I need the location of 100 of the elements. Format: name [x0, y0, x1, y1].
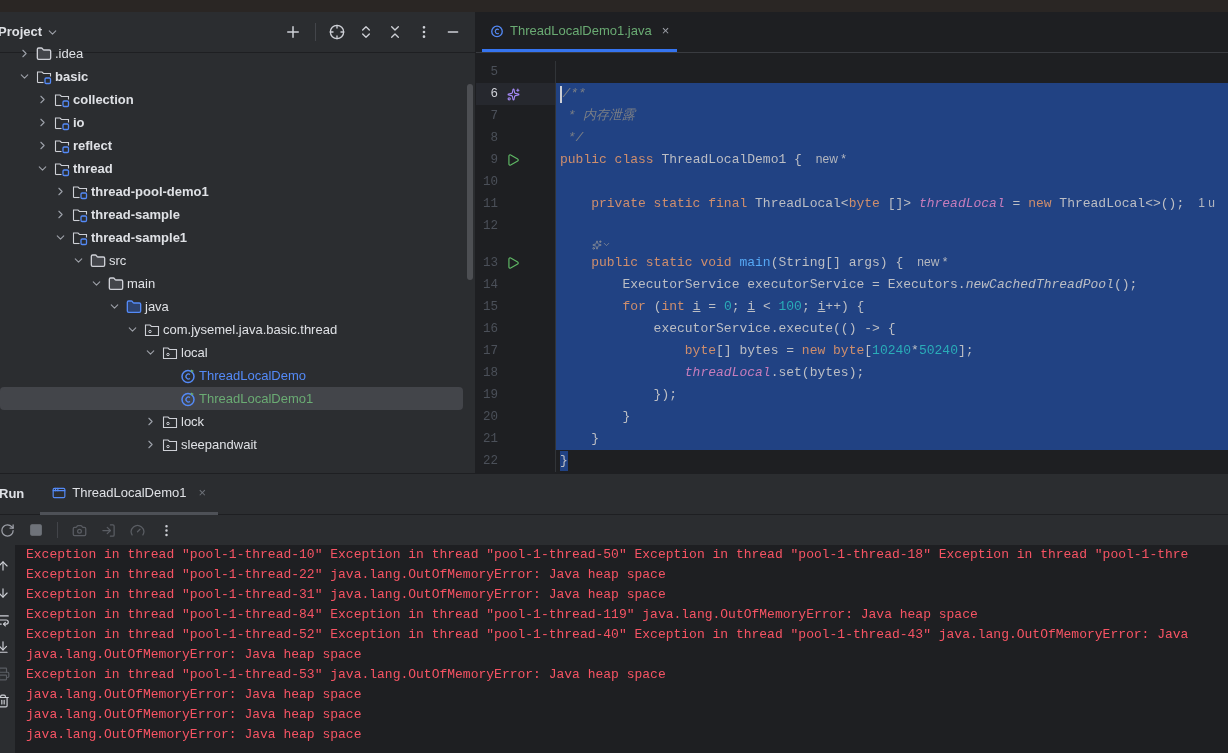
console-line: Exception in thread "pool-1-thread-52" Exception in thread "pool-1-thread-40" Exception in thread "pool-1-thread-43" java.lang.OutOfMemoryError: Java — [26, 626, 1190, 644]
tree-item[interactable]: sleepandwait — [0, 433, 463, 456]
module-folder-icon — [72, 206, 88, 223]
tree-item-label: src — [109, 251, 127, 270]
module-folder-icon — [54, 137, 70, 154]
code-line: executorService.execute(() -> { — [652, 320, 896, 339]
class-icon — [180, 390, 196, 407]
trash-icon[interactable] — [0, 694, 10, 708]
arrow-down-icon[interactable] — [0, 586, 10, 600]
tab-label: ThreadLocalDemo1 — [72, 483, 187, 502]
add-icon[interactable] — [284, 23, 302, 41]
code-line: }); — [652, 386, 678, 405]
sparkle-badge-icon[interactable] — [506, 87, 520, 101]
code-line: public static void main(String[] args) { new * — [590, 254, 948, 273]
console-line: Exception in thread "pool-1-thread-84" Exception in thread "pool-1-thread-119" java.lang.OutOfMemoryError: Java heap space — [26, 606, 979, 624]
tree-item-label: thread-pool-demo1 — [91, 182, 209, 201]
tree-item-label: ThreadLocalDemo — [199, 366, 306, 385]
close-button[interactable]: × — [661, 20, 670, 41]
console-line: java.lang.OutOfMemoryError: Java heap space — [26, 726, 363, 744]
run-icon[interactable] — [506, 256, 520, 270]
tree-item[interactable]: java — [0, 295, 463, 318]
text-caret — [560, 85, 562, 103]
soft-wrap-icon[interactable] — [0, 613, 10, 627]
package-folder-icon — [162, 344, 178, 361]
tree-item-label: java — [145, 297, 169, 316]
line-number: 6 — [489, 85, 498, 103]
code-line: */ — [566, 129, 584, 148]
tree-item-label: reflect — [73, 136, 113, 155]
tree-item[interactable]: main — [0, 272, 463, 295]
module-folder-icon — [54, 114, 70, 131]
tree-item-label: sleepandwait — [181, 435, 257, 454]
tree-item[interactable]: thread-pool-demo1 — [0, 180, 463, 203]
code-line: private static final ThreadLocal<byte []> threadLocal = new ThreadLocal<>(); 1 u — [590, 195, 1215, 214]
tree-item[interactable]: src — [0, 249, 463, 272]
tree-item-label: collection — [73, 90, 134, 109]
module-folder-icon — [36, 68, 52, 85]
tree-item-label: local — [181, 343, 208, 362]
tree-item-label: com.jysemel.java.basic.thread — [163, 320, 338, 339]
tree-item-label: ThreadLocalDemo1 — [199, 389, 314, 408]
package-folder-icon — [162, 436, 178, 453]
editor-tab[interactable]: ThreadLocalDemo1.java × — [482, 12, 678, 52]
module-folder-icon — [54, 160, 70, 177]
folder-icon — [90, 252, 106, 269]
console-line: java.lang.OutOfMemoryError: Java heap space — [26, 646, 363, 664]
folder-icon — [108, 275, 124, 292]
tree-item-label: thread-sample1 — [91, 228, 188, 247]
scroll-to-end-icon[interactable] — [0, 640, 10, 654]
tree-item[interactable]: ThreadLocalDemo1 — [0, 387, 463, 410]
console-line: Exception in thread "pool-1-thread-10" Exception in thread "pool-1-thread-50" Exception in thread "pool-1-thread-18" Exception in thread "pool-1-thre — [26, 546, 1190, 564]
tree-item-label: io — [73, 113, 85, 132]
class-icon — [490, 23, 504, 38]
module-folder-icon — [72, 183, 88, 200]
tree-item-label: main — [127, 274, 156, 293]
code-line: * 内存泄露 — [566, 107, 636, 126]
tree-item[interactable]: thread-sample1 — [0, 226, 463, 249]
locate-icon[interactable] — [329, 24, 345, 40]
tree-item-label: lock — [181, 412, 205, 431]
folder-icon — [126, 298, 142, 315]
arrow-up-icon[interactable] — [0, 559, 10, 573]
tree-item[interactable]: local — [0, 341, 463, 364]
code-line: for (int i = 0; i < 100; i++) { — [621, 298, 865, 317]
package-folder-icon — [162, 413, 178, 430]
scrollbar[interactable] — [467, 84, 473, 280]
code-line: } — [621, 408, 631, 427]
run-tab[interactable]: ThreadLocalDemo1 × — [40, 473, 219, 515]
tree-item[interactable]: thread — [0, 157, 463, 180]
stop-icon[interactable] — [29, 523, 43, 537]
tree-item[interactable]: collection — [0, 88, 463, 111]
console-line: Exception in thread "pool-1-thread-31" java.lang.OutOfMemoryError: Java heap space — [26, 586, 667, 604]
tree-item[interactable]: basic — [0, 65, 463, 88]
console-icon — [52, 485, 67, 500]
code-line: } — [590, 430, 599, 449]
tree-item[interactable]: .idea — [0, 42, 463, 65]
console-line: Exception in thread "pool-1-thread-22" java.lang.OutOfMemoryError: Java heap space — [26, 566, 667, 584]
run-icon[interactable] — [506, 153, 520, 167]
tree-item[interactable]: thread-sample — [0, 203, 463, 226]
module-folder-icon — [54, 91, 70, 108]
console-line: java.lang.OutOfMemoryError: Java heap space — [26, 686, 363, 704]
console-line: Exception in thread "pool-1-thread-53" java.lang.OutOfMemoryError: Java heap space — [26, 666, 667, 684]
tree-item-label: basic — [55, 67, 89, 86]
console-line: java.lang.OutOfMemoryError: Java heap space — [26, 706, 363, 724]
rerun-icon[interactable] — [0, 522, 15, 538]
code-line: ExecutorService executorService = Executors.newCachedThreadPool(); — [621, 276, 1138, 295]
tree-item-label: .idea — [55, 44, 84, 63]
class-icon — [180, 367, 196, 384]
code-line: threadLocal.set(bytes); — [683, 364, 865, 383]
tree-item[interactable]: lock — [0, 410, 463, 433]
module-folder-icon — [72, 229, 88, 246]
code-line: /** — [562, 85, 586, 104]
tab-label: ThreadLocalDemo1.java — [510, 21, 652, 40]
code-line: byte[] bytes = new byte[10240*50240]; — [683, 342, 974, 361]
folder-icon — [36, 45, 52, 62]
tree-item-label: thread — [73, 159, 113, 178]
run-panel-title: Run — [0, 485, 25, 504]
tree-item[interactable]: ThreadLocalDemo — [0, 364, 463, 387]
code-line: public class ThreadLocalDemo1 { new * — [560, 151, 846, 170]
tree-item[interactable]: com.jysemel.java.basic.thread — [0, 318, 463, 341]
tree-item[interactable]: io — [0, 111, 463, 134]
package-folder-icon — [144, 321, 160, 338]
tree-item[interactable]: reflect — [0, 134, 463, 157]
